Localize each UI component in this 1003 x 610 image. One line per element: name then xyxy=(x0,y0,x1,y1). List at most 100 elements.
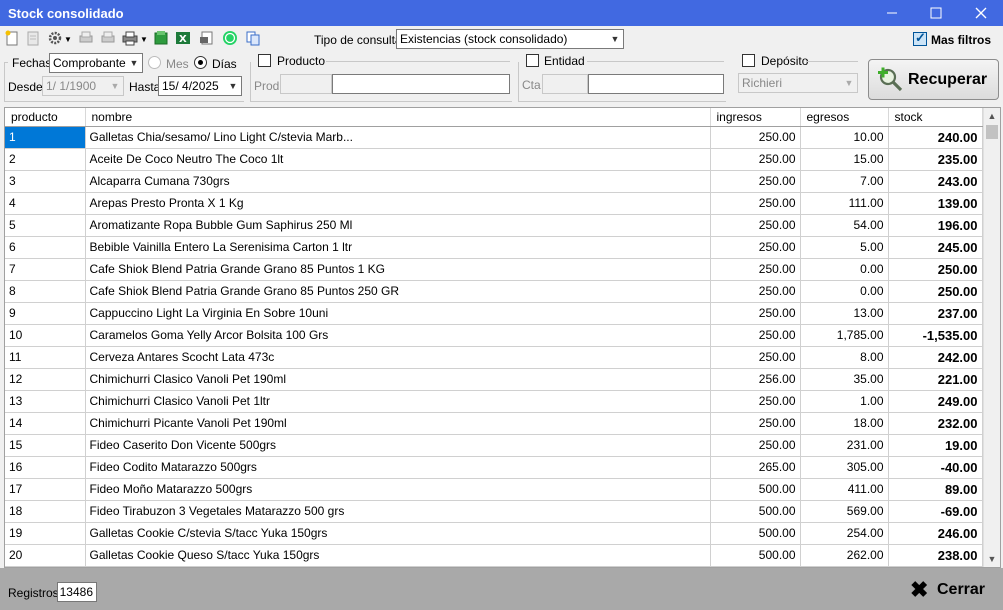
cell-nombre[interactable]: Fideo Caserito Don Vicente 500grs xyxy=(85,434,711,457)
cell-nombre[interactable]: Galletas Cookie C/stevia S/tacc Yuka 150… xyxy=(85,522,711,545)
cell-nombre[interactable]: Arepas Presto Pronta X 1 Kg xyxy=(85,192,711,215)
new-document-icon[interactable] xyxy=(4,30,20,46)
cell-ingresos[interactable]: 250.00 xyxy=(710,148,801,171)
cell-ingresos[interactable]: 250.00 xyxy=(710,324,801,347)
fechas-select[interactable]: Comprobante ▼ xyxy=(49,53,143,73)
cell-stock[interactable]: 19.00 xyxy=(888,434,983,457)
column-header-producto[interactable]: producto xyxy=(5,108,86,127)
column-header-egresos[interactable]: egresos xyxy=(800,108,889,127)
cell-producto[interactable]: 17 xyxy=(5,478,86,501)
print-icon[interactable] xyxy=(100,30,116,46)
cell-ingresos[interactable]: 500.00 xyxy=(710,500,801,523)
tipo-consulta-select[interactable]: Existencias (stock consolidado) ▼ xyxy=(396,29,624,49)
table-row[interactable]: 14 Chimichurri Picante Vanoli Pet 190ml 25… xyxy=(5,412,983,435)
cell-producto[interactable]: 8 xyxy=(5,280,86,303)
cell-nombre[interactable]: Aceite De Coco Neutro The Coco 1lt xyxy=(85,148,711,171)
excel-icon[interactable]: X xyxy=(175,30,191,46)
table-row[interactable]: 20 Galletas Cookie Queso S/tacc Yuka 150g… xyxy=(5,544,983,567)
cell-producto[interactable]: 5 xyxy=(5,214,86,237)
cell-ingresos[interactable]: 265.00 xyxy=(710,456,801,479)
cell-producto[interactable]: 10 xyxy=(5,324,86,347)
whatsapp-icon[interactable] xyxy=(222,30,238,46)
cell-stock[interactable]: -69.00 xyxy=(888,500,983,523)
cell-nombre[interactable]: Cafe Shiok Blend Patria Grande Grano 85 … xyxy=(85,258,711,281)
table-row[interactable]: 18 Fideo Tirabuzon 3 Vegetales Matarazzo … xyxy=(5,500,983,523)
table-row[interactable]: 10 Caramelos Goma Yelly Arcor Bolsita 100… xyxy=(5,324,983,347)
cell-producto[interactable]: 4 xyxy=(5,192,86,215)
pdf-icon[interactable] xyxy=(199,30,215,46)
cell-stock[interactable]: 249.00 xyxy=(888,390,983,413)
cell-egresos[interactable]: 0.00 xyxy=(800,280,889,303)
cell-stock[interactable]: 238.00 xyxy=(888,544,983,567)
table-row[interactable]: 16 Fideo Codito Matarazzo 500grs 265.00 305… xyxy=(5,456,983,479)
cell-ingresos[interactable]: 250.00 xyxy=(710,390,801,413)
table-row[interactable]: 11 Cerveza Antares Scocht Lata 473c 250.00… xyxy=(5,346,983,369)
cell-egresos[interactable]: 10.00 xyxy=(800,126,889,149)
cell-egresos[interactable]: 35.00 xyxy=(800,368,889,391)
scroll-thumb[interactable] xyxy=(986,125,998,139)
mas-filtros-checkbox[interactable] xyxy=(913,30,927,46)
cell-stock[interactable]: -1,535.00 xyxy=(888,324,983,347)
cell-ingresos[interactable]: 500.00 xyxy=(710,522,801,545)
cell-nombre[interactable]: Fideo Moño Matarazzo 500grs xyxy=(85,478,711,501)
prod-name-input[interactable] xyxy=(332,74,510,94)
table-row[interactable]: 12 Chimichurri Clasico Vanoli Pet 190ml 25… xyxy=(5,368,983,391)
cell-nombre[interactable]: Aromatizante Ropa Bubble Gum Saphirus 25… xyxy=(85,214,711,237)
hasta-date-picker[interactable]: 15/ 4/2025 ▼ xyxy=(158,76,242,96)
cell-ingresos[interactable]: 250.00 xyxy=(710,346,801,369)
column-header-ingresos[interactable]: ingresos xyxy=(710,108,801,127)
cell-stock[interactable]: 221.00 xyxy=(888,368,983,391)
deposito-checkbox[interactable] xyxy=(742,54,755,67)
cell-ingresos[interactable]: 250.00 xyxy=(710,192,801,215)
table-row[interactable]: 8 Cafe Shiok Blend Patria Grande Grano 85… xyxy=(5,280,983,303)
cell-producto[interactable]: 6 xyxy=(5,236,86,259)
cell-ingresos[interactable]: 250.00 xyxy=(710,126,801,149)
cell-egresos[interactable]: 5.00 xyxy=(800,236,889,259)
cell-egresos[interactable]: 15.00 xyxy=(800,148,889,171)
cell-nombre[interactable]: Chimichurri Clasico Vanoli Pet 1ltr xyxy=(85,390,711,413)
vertical-scrollbar[interactable]: ▲ ▼ xyxy=(983,108,1000,567)
cell-ingresos[interactable]: 500.00 xyxy=(710,478,801,501)
cell-producto[interactable]: 16 xyxy=(5,456,86,479)
cell-stock[interactable]: 89.00 xyxy=(888,478,983,501)
desde-date-picker[interactable]: 1/ 1/1900 ▼ xyxy=(42,76,124,96)
cell-nombre[interactable]: Galletas Chia/sesamo/ Lino Light C/stevi… xyxy=(85,126,711,149)
recuperar-button[interactable]: Recuperar xyxy=(868,59,999,100)
cell-nombre[interactable]: Fideo Codito Matarazzo 500grs xyxy=(85,456,711,479)
cell-stock[interactable]: 235.00 xyxy=(888,148,983,171)
cell-ingresos[interactable]: 250.00 xyxy=(710,258,801,281)
cell-ingresos[interactable]: 250.00 xyxy=(710,280,801,303)
gear-icon[interactable] xyxy=(47,30,63,46)
cell-producto[interactable]: 3 xyxy=(5,170,86,193)
cell-egresos[interactable]: 7.00 xyxy=(800,170,889,193)
cell-nombre[interactable]: Cappuccino Light La Virginia En Sobre 10… xyxy=(85,302,711,325)
cell-egresos[interactable]: 8.00 xyxy=(800,346,889,369)
table-row[interactable]: 7 Cafe Shiok Blend Patria Grande Grano 85… xyxy=(5,258,983,281)
table-row[interactable]: 17 Fideo Moño Matarazzo 500grs 500.00 411.0… xyxy=(5,478,983,501)
table-row[interactable]: 2 Aceite De Coco Neutro The Coco 1lt 250.0… xyxy=(5,148,983,171)
cell-egresos[interactable]: 254.00 xyxy=(800,522,889,545)
table-row[interactable]: 4 Arepas Presto Pronta X 1 Kg 250.00 111.00… xyxy=(5,192,983,215)
cell-stock[interactable]: 250.00 xyxy=(888,258,983,281)
cell-ingresos[interactable]: 250.00 xyxy=(710,302,801,325)
cell-producto[interactable]: 15 xyxy=(5,434,86,457)
column-header-stock[interactable]: stock xyxy=(888,108,983,127)
cell-nombre[interactable]: Chimichurri Clasico Vanoli Pet 190ml xyxy=(85,368,711,391)
cell-nombre[interactable]: Chimichurri Picante Vanoli Pet 190ml xyxy=(85,412,711,435)
cell-stock[interactable]: 232.00 xyxy=(888,412,983,435)
mes-radio[interactable] xyxy=(148,56,161,69)
cell-egresos[interactable]: 18.00 xyxy=(800,412,889,435)
cell-producto[interactable]: 12 xyxy=(5,368,86,391)
cell-ingresos[interactable]: 500.00 xyxy=(710,544,801,567)
table-row[interactable]: 13 Chimichurri Clasico Vanoli Pet 1ltr 250… xyxy=(5,390,983,413)
cell-nombre[interactable]: Alcaparra Cumana 730grs xyxy=(85,170,711,193)
copy-icon[interactable] xyxy=(245,30,261,46)
table-row[interactable]: 9 Cappuccino Light La Virginia En Sobre 1… xyxy=(5,302,983,325)
cell-nombre[interactable]: Galletas Cookie Queso S/tacc Yuka 150grs xyxy=(85,544,711,567)
cell-nombre[interactable]: Cerveza Antares Scocht Lata 473c xyxy=(85,346,711,369)
cell-ingresos[interactable]: 256.00 xyxy=(710,368,801,391)
producto-checkbox[interactable] xyxy=(258,54,271,67)
cell-producto[interactable]: 20 xyxy=(5,544,86,567)
minimize-button[interactable] xyxy=(870,0,914,26)
deposito-select[interactable]: Richieri ▼ xyxy=(738,73,858,93)
